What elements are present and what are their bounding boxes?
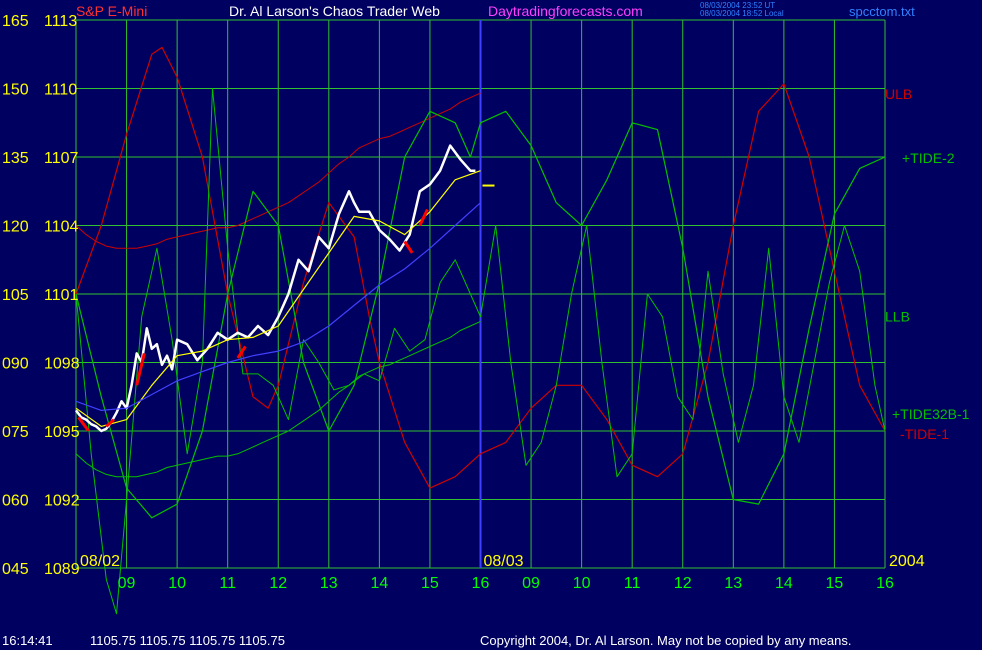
left-scale-label: 045 [2,561,29,578]
series-label: LLB [885,308,910,324]
price-scale-label: 1095 [44,424,80,441]
price-scale-label: 1107 [44,150,79,167]
hour-label: 12 [269,575,287,592]
hour-label: 13 [320,575,338,592]
price-scale-label: 1101 [44,287,79,304]
series-label: ULB [885,86,912,102]
date-label: 08/02 [80,553,120,570]
left-scale-label: 090 [2,356,29,373]
left-scale-label: 135 [2,150,29,167]
hour-label: 14 [370,575,388,592]
hour-label: 14 [775,575,793,592]
footer-copyright: Copyright 2004, Dr. Al Larson. May not b… [480,633,851,648]
year-label: 2004 [889,553,925,570]
filename-label: spcctom.txt [849,4,915,19]
hour-label: 09 [118,575,136,592]
left-scale-label: 075 [2,424,29,441]
price-scale-label: 1110 [44,82,77,99]
footer-quotes: 1105.75 1105.75 1105.75 1105.75 [90,633,285,648]
price-scale-label: 1113 [44,13,77,30]
date-label: 08/03 [484,553,524,570]
hour-label: 13 [724,575,742,592]
hour-label: 12 [674,575,692,592]
instrument-label: S&P E-Mini [76,3,147,19]
price-scale-label: 1089 [44,561,80,578]
hour-label: 15 [421,575,439,592]
series-label: +TIDE-2 [902,150,955,166]
price-scale-label: 1098 [44,356,80,373]
hour-label: 16 [876,575,894,592]
hour-label: 10 [573,575,591,592]
hour-label: 11 [624,575,641,592]
hour-label: 11 [219,575,236,592]
site-label: Daytradingforecasts.com [488,3,643,19]
price-scale-label: 1104 [44,219,79,236]
chart-canvas: ULBLLB-TIDE-1+TIDE-2+TIDE32B-1 165 111315… [0,0,982,650]
left-scale-label: 105 [2,287,29,304]
left-scale-label: 120 [2,219,29,236]
hour-label: 09 [522,575,540,592]
left-scale-label: 060 [2,493,29,510]
timestamp-local: 08/03/2004 18:52 Local [700,9,784,18]
series-label: +TIDE32B-1 [892,406,970,422]
hour-label: 16 [472,575,490,592]
chart-title: Dr. Al Larson's Chaos Trader Web [229,3,440,19]
left-scale-label: 165 [2,13,29,30]
footer-time: 16:14:41 [2,633,53,648]
hour-label: 10 [168,575,186,592]
series-label: -TIDE-1 [900,426,949,442]
hour-label: 15 [826,575,844,592]
left-scale-label: 150 [2,82,29,99]
price-scale-label: 1092 [44,493,80,510]
